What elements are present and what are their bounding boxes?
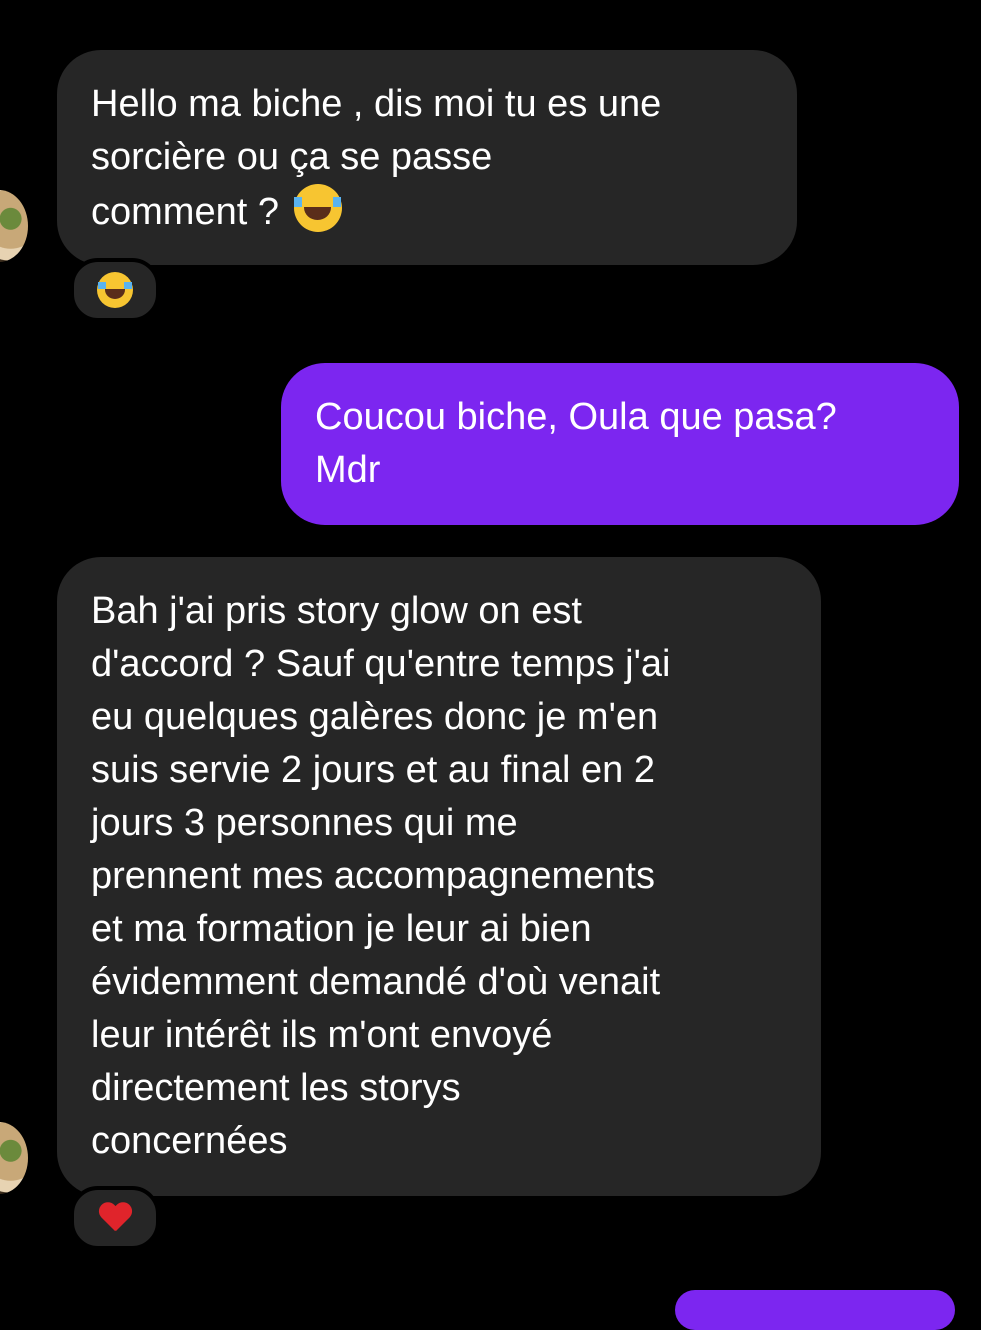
message-text: Hello ma biche , dis moi tu es une sorci… bbox=[91, 83, 662, 233]
message-bubble-outgoing[interactable]: Coucou biche, Oula que pasa? Mdr bbox=[281, 363, 959, 525]
message-reaction[interactable] bbox=[70, 258, 160, 322]
contact-avatar[interactable] bbox=[0, 190, 28, 262]
message-text: Coucou biche, Oula que pasa? Mdr bbox=[315, 396, 837, 491]
message-reaction[interactable] bbox=[70, 1186, 160, 1250]
face-with-tears-of-joy-icon bbox=[97, 272, 133, 308]
contact-avatar[interactable] bbox=[0, 1122, 28, 1194]
message-text: Bah j'ai pris story glow on est d'accord… bbox=[91, 590, 671, 1162]
red-heart-icon bbox=[98, 1203, 132, 1233]
face-with-tears-of-joy-icon bbox=[293, 184, 342, 232]
message-bubble-incoming[interactable]: Bah j'ai pris story glow on est d'accord… bbox=[57, 557, 821, 1196]
message-bubble-incoming[interactable]: Hello ma biche , dis moi tu es une sorci… bbox=[57, 50, 797, 265]
message-bubble-outgoing[interactable] bbox=[675, 1290, 955, 1330]
